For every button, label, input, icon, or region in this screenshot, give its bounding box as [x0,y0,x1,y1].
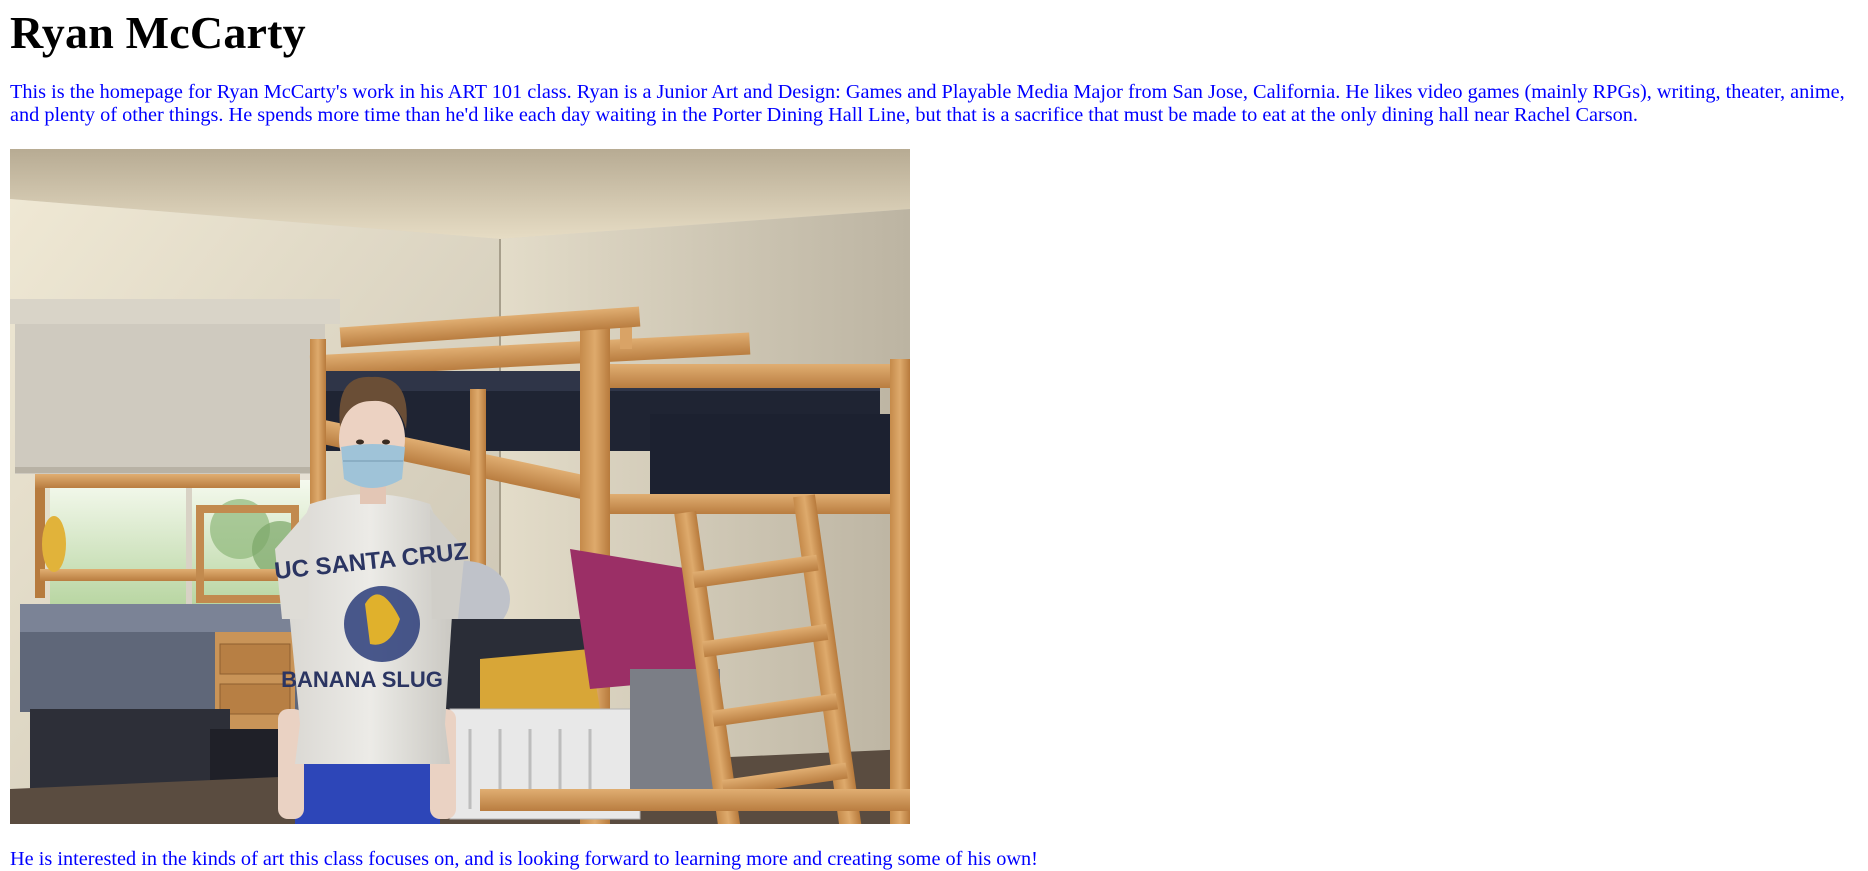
page-title: Ryan McCarty [10,7,306,58]
page-content: Ryan McCarty This is the homepage for Ry… [10,0,1858,870]
dorm-room-photo: UC SANTA CRUZ BANANA SLUG [10,149,910,824]
intro-paragraph: This is the homepage for Ryan McCarty's … [10,81,1845,126]
photo-illustration: UC SANTA CRUZ BANANA SLUG [10,149,910,824]
closing-paragraph: He is interested in the kinds of art thi… [10,848,1038,870]
shirt-text-bottom: BANANA SLUG [281,667,443,692]
